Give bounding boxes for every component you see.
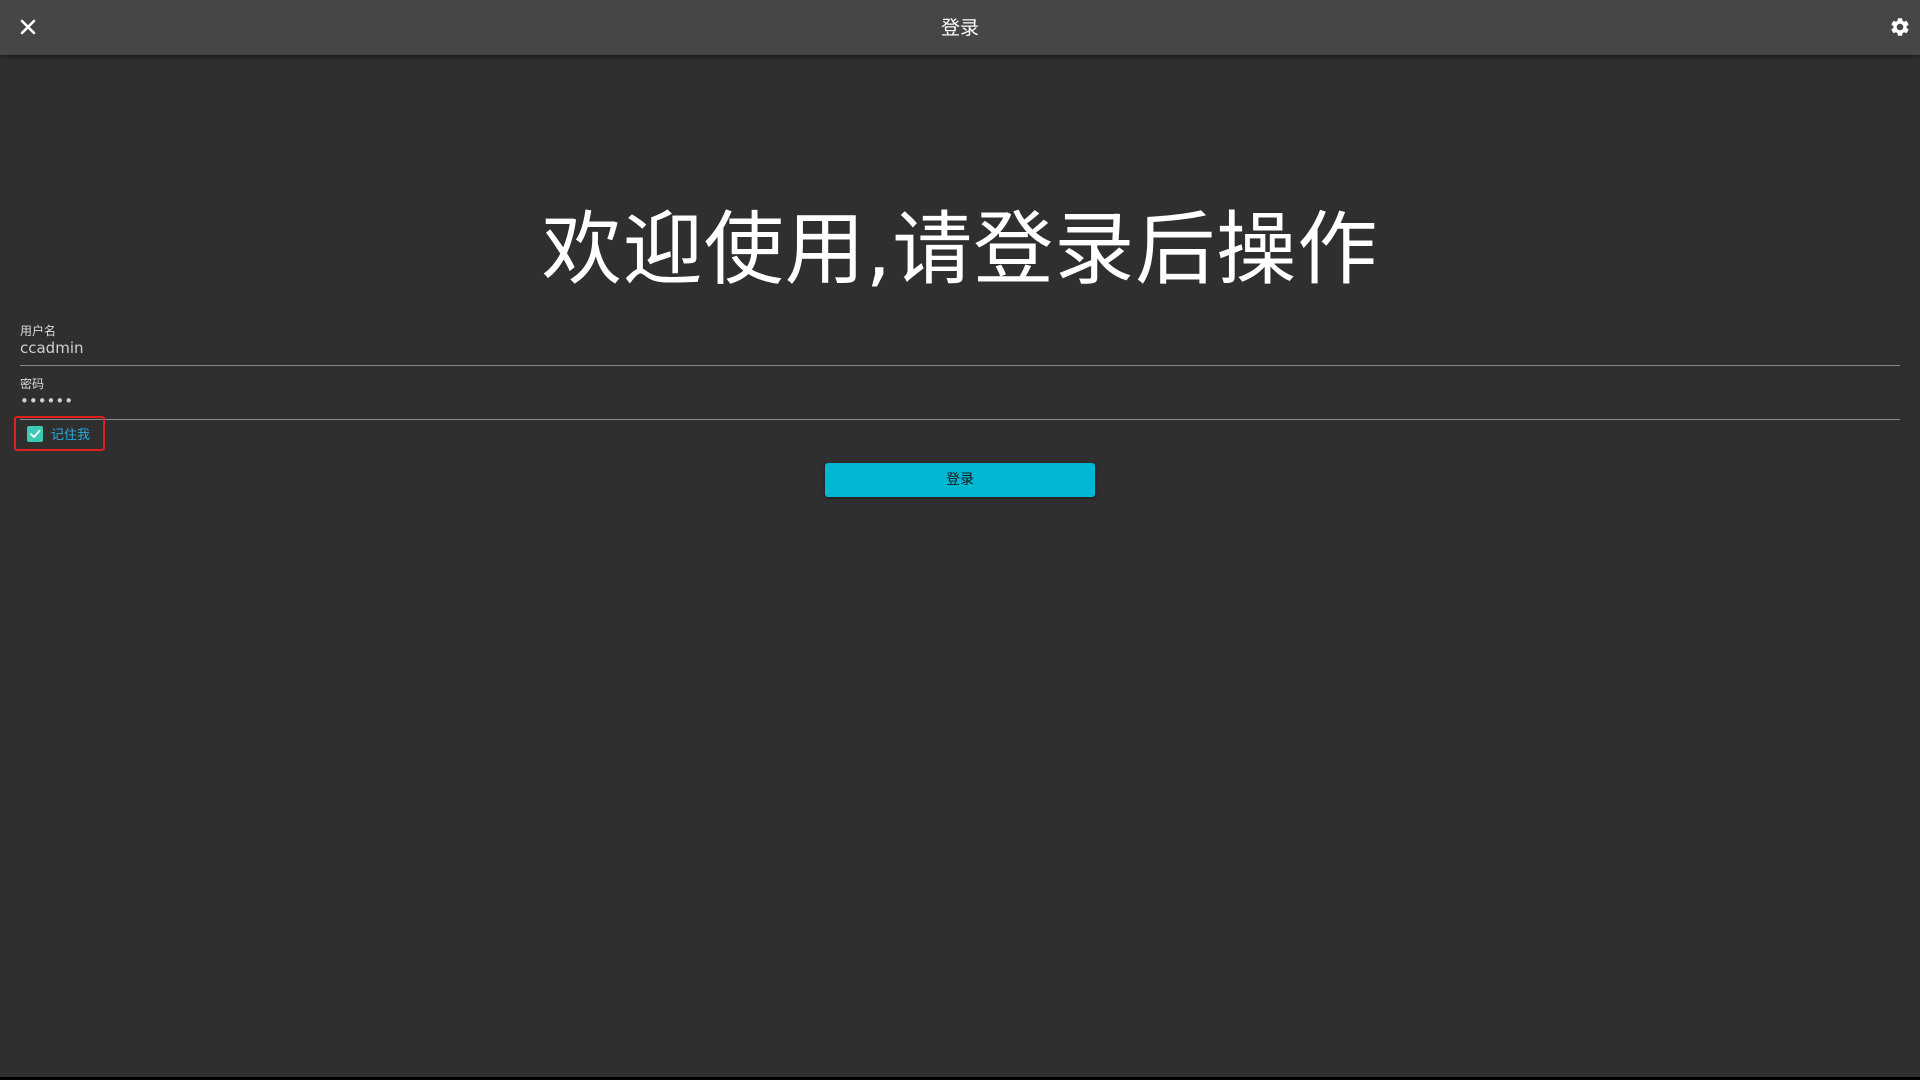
login-window: 登录 欢迎使用,请登录后操作 用户名 ccadmin 密码 •••••• 记住我… [0, 0, 1920, 1077]
welcome-heading: 欢迎使用,请登录后操作 [541, 203, 1379, 296]
username-field[interactable]: 用户名 ccadmin [20, 324, 1900, 366]
window-title: 登录 [940, 17, 979, 39]
checkbox-checked-icon[interactable] [27, 425, 43, 442]
title-bar: 登录 [0, 0, 1920, 55]
password-label: 密码 [20, 377, 45, 391]
gear-icon [1891, 18, 1909, 36]
password-input[interactable]: •••••• [20, 391, 1900, 413]
login-button[interactable]: 登录 [825, 463, 1095, 497]
settings-button[interactable] [1880, 8, 1920, 46]
username-label: 用户名 [20, 324, 57, 338]
remember-me-checkbox[interactable]: 记住我 [14, 416, 105, 451]
remember-me-label[interactable]: 记住我 [51, 424, 90, 443]
password-field[interactable]: 密码 •••••• [20, 377, 1900, 420]
username-input[interactable]: ccadmin [20, 338, 1900, 360]
checkmark-icon [30, 429, 41, 438]
